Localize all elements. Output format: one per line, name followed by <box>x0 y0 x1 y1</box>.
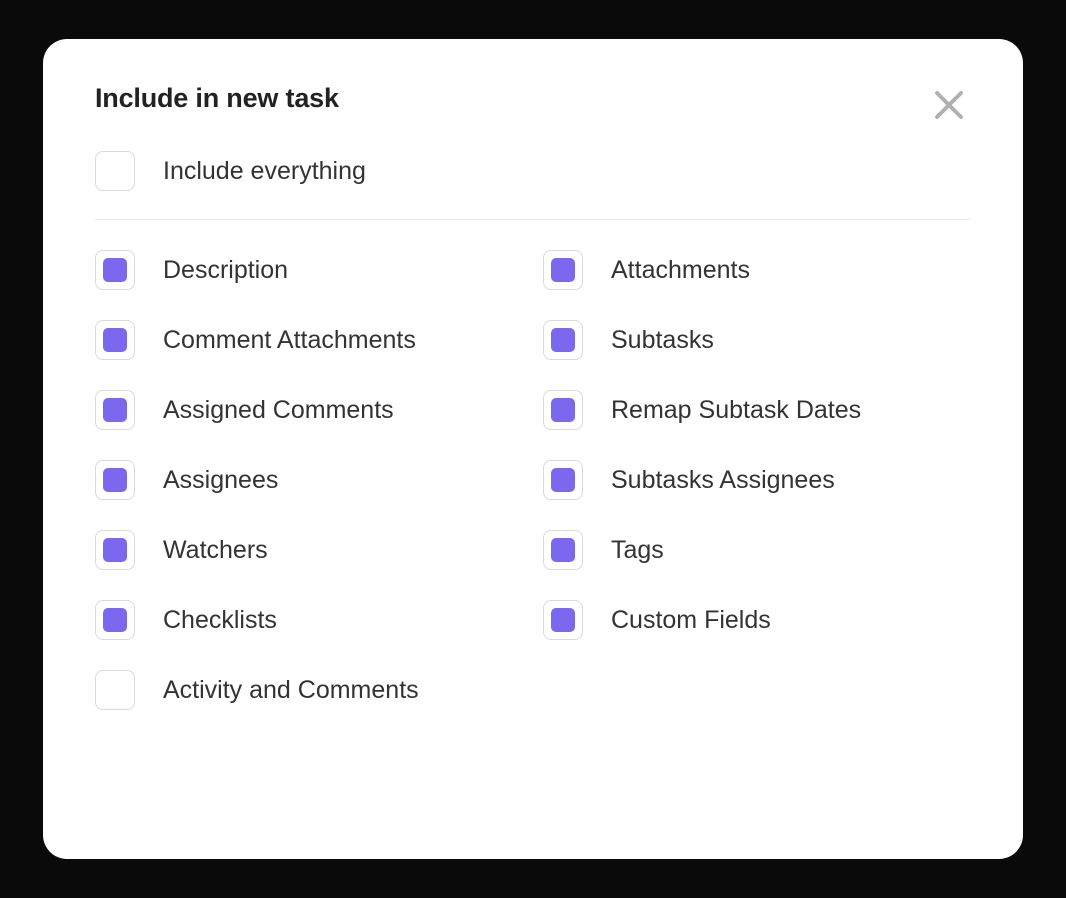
dialog-header: Include in new task <box>95 83 971 127</box>
option-custom-fields-label[interactable]: Custom Fields <box>611 606 771 635</box>
dialog-title: Include in new task <box>95 83 339 114</box>
option-checklists-checkbox[interactable] <box>95 600 135 640</box>
option-assigned-comments-checkbox[interactable] <box>95 390 135 430</box>
option-tags-label[interactable]: Tags <box>611 536 664 565</box>
include-everything-checkbox[interactable] <box>95 151 135 191</box>
option-assigned-comments: Assigned Comments <box>95 390 523 430</box>
option-subtasks: Subtasks <box>543 320 971 360</box>
option-description-checkbox[interactable] <box>95 250 135 290</box>
include-everything-label[interactable]: Include everything <box>163 157 366 186</box>
option-attachments-checkbox[interactable] <box>543 250 583 290</box>
option-watchers-checkbox[interactable] <box>95 530 135 570</box>
options-grid: Description Comment Attachments Assigned… <box>95 250 971 740</box>
option-attachments: Attachments <box>543 250 971 290</box>
option-remap-subtask-dates-checkbox[interactable] <box>543 390 583 430</box>
option-comment-attachments: Comment Attachments <box>95 320 523 360</box>
options-left-column: Description Comment Attachments Assigned… <box>95 250 523 740</box>
option-checklists-label[interactable]: Checklists <box>163 606 277 635</box>
option-subtasks-assignees-checkbox[interactable] <box>543 460 583 500</box>
option-subtasks-checkbox[interactable] <box>543 320 583 360</box>
option-comment-attachments-checkbox[interactable] <box>95 320 135 360</box>
divider <box>95 219 971 220</box>
option-description-label[interactable]: Description <box>163 256 288 285</box>
include-everything-row: Include everything <box>95 151 971 191</box>
option-custom-fields: Custom Fields <box>543 600 971 640</box>
option-activity-and-comments: Activity and Comments <box>95 670 523 710</box>
option-comment-attachments-label[interactable]: Comment Attachments <box>163 326 416 355</box>
close-button[interactable] <box>927 83 971 127</box>
option-tags: Tags <box>543 530 971 570</box>
option-assignees: Assignees <box>95 460 523 500</box>
include-in-new-task-dialog: Include in new task Include everything D… <box>43 39 1023 859</box>
option-subtasks-assignees-label[interactable]: Subtasks Assignees <box>611 466 835 495</box>
option-watchers-label[interactable]: Watchers <box>163 536 268 565</box>
option-custom-fields-checkbox[interactable] <box>543 600 583 640</box>
option-watchers: Watchers <box>95 530 523 570</box>
option-assignees-label[interactable]: Assignees <box>163 466 278 495</box>
close-icon <box>931 87 967 123</box>
option-subtasks-label[interactable]: Subtasks <box>611 326 714 355</box>
option-remap-subtask-dates-label[interactable]: Remap Subtask Dates <box>611 396 861 425</box>
option-activity-and-comments-label[interactable]: Activity and Comments <box>163 676 419 705</box>
option-remap-subtask-dates: Remap Subtask Dates <box>543 390 971 430</box>
option-tags-checkbox[interactable] <box>543 530 583 570</box>
option-assigned-comments-label[interactable]: Assigned Comments <box>163 396 394 425</box>
option-activity-and-comments-checkbox[interactable] <box>95 670 135 710</box>
option-assignees-checkbox[interactable] <box>95 460 135 500</box>
option-checklists: Checklists <box>95 600 523 640</box>
option-attachments-label[interactable]: Attachments <box>611 256 750 285</box>
options-right-column: Attachments Subtasks Remap Subtask Dates… <box>543 250 971 740</box>
option-subtasks-assignees: Subtasks Assignees <box>543 460 971 500</box>
option-description: Description <box>95 250 523 290</box>
